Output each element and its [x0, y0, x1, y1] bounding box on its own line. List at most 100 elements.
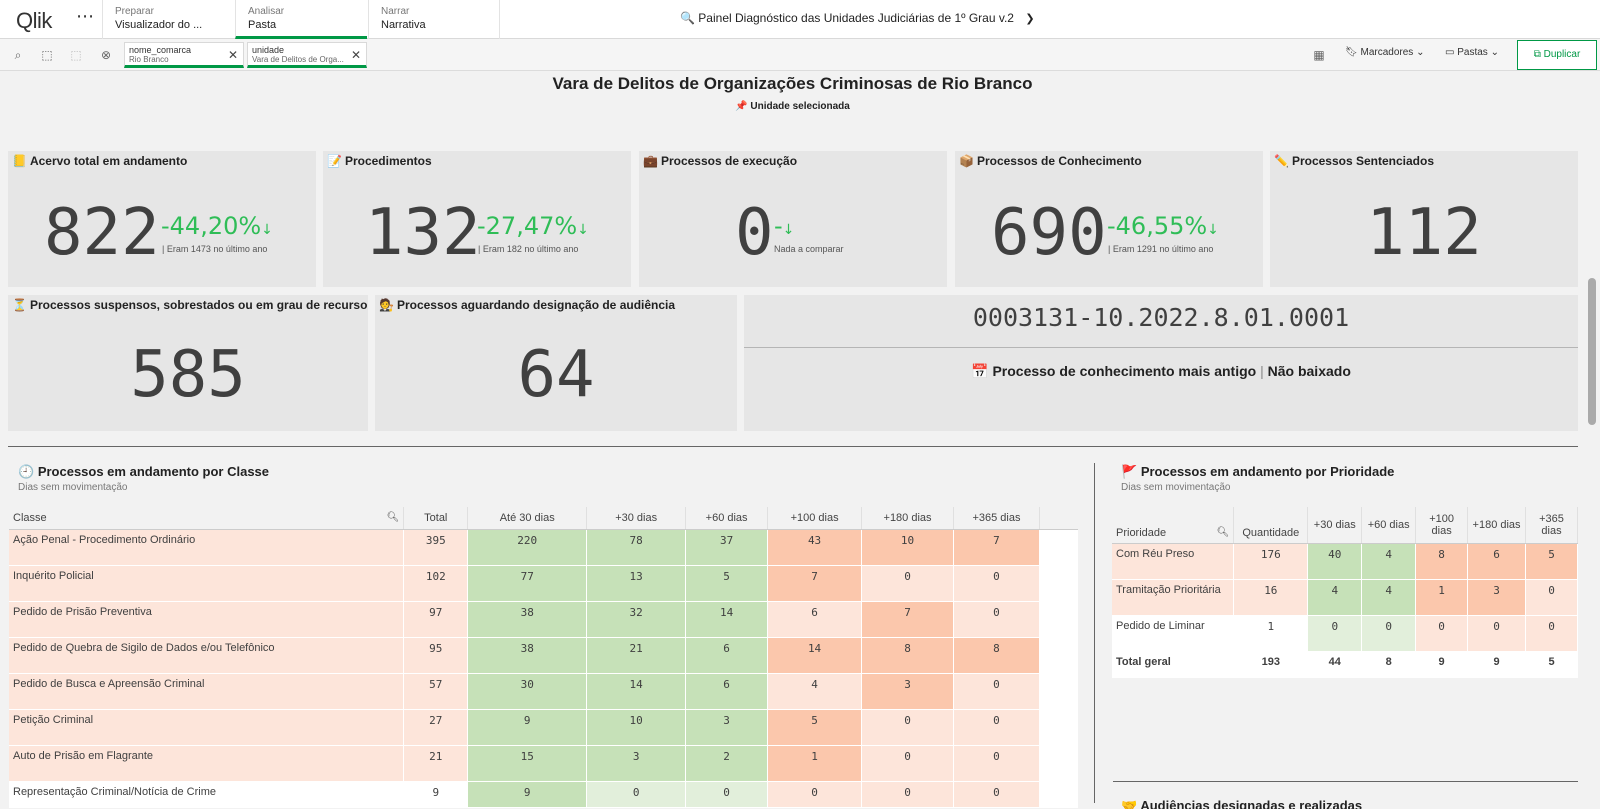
row-label: Tramitação Prioritária [1112, 579, 1235, 616]
oldest-process-card[interactable]: 0003131-10.2022.8.01.0001 📅 Processo de … [744, 295, 1578, 431]
row-label: Pedido de Busca e Apreensão Criminal [9, 673, 405, 710]
cell: 102 [403, 565, 469, 602]
tab-narrar[interactable]: Narrar Narrativa [368, 0, 500, 39]
kpi-acervo[interactable]: 📒 Acervo total em andamento 822 -44,20%↓ … [8, 151, 316, 287]
cell: 6 [767, 601, 863, 638]
kpi-delta: -27,47%↓ [477, 213, 589, 243]
column-header-prioridade[interactable]: Prioridade 🔍︎ [1112, 507, 1235, 544]
search-icon[interactable]: 🔍︎ [387, 512, 400, 523]
table-row[interactable]: Pedido de Prisão Preventiva 97 38 32 14 … [9, 601, 1079, 638]
kpi-sentenciados[interactable]: ✏️ Processos Sentenciados 112 [1270, 151, 1578, 287]
kpi-delta: -44,20%↓ [161, 213, 273, 243]
column-header-30[interactable]: +30 dias [586, 507, 687, 530]
column-header-ate30[interactable]: Até 30 dias [467, 507, 588, 530]
kpi-conhecimento[interactable]: 📦 Processos de Conhecimento 690 -46,55%↓ … [955, 151, 1263, 287]
kpi-procedimentos[interactable]: 📝 Procedimentos 132 -27,47%↓ | Eram 182 n… [323, 151, 631, 287]
kpi-title: Acervo total em andamento [29, 154, 188, 168]
table-row[interactable]: Pedido de Liminar 1 0 0 0 0 0 [1112, 615, 1578, 652]
cell-spacer [1039, 673, 1079, 710]
sheets-button[interactable]: ▭ Pastas ⌄ [1445, 47, 1499, 58]
kpi-compare: | Eram 1473 no último ano [162, 244, 268, 254]
cell: 13 [586, 565, 687, 602]
more-menu-icon[interactable]: ⋯ [76, 6, 95, 27]
cell: 95 [403, 637, 469, 674]
duplicate-button[interactable]: ⧉ Duplicar [1517, 40, 1597, 70]
pencil-icon: ✏️ [1274, 154, 1289, 168]
step-back-icon[interactable]: ⬚ [68, 47, 84, 63]
table-row[interactable]: Pedido de Quebra de Sigilo de Dados e/ou… [9, 637, 1079, 674]
cell: 38 [467, 637, 588, 674]
cell: 4 [1361, 579, 1417, 616]
kpi-execucao[interactable]: 💼 Processos de execução 0 -↓ Nada a compa… [639, 151, 947, 287]
column-header-180[interactable]: +180 dias [1467, 507, 1526, 544]
kpi-value: 0 [735, 196, 774, 270]
column-header-180[interactable]: +180 dias [861, 507, 954, 530]
oldest-process-label-row: 📅 Processo de conhecimento mais antigo |… [744, 363, 1578, 380]
search-icon: 🔍 [680, 11, 695, 25]
kpi-delta: -↓ [774, 213, 794, 243]
arrow-down-icon: ↓ [577, 222, 589, 238]
kpi-title: Processos suspensos, sobrestados ou em g… [29, 298, 368, 312]
column-header-60[interactable]: +60 dias [1361, 507, 1417, 544]
bookmarks-button[interactable]: 🔖︎ Marcadores ⌄ [1345, 47, 1424, 58]
table-row[interactable]: Inquérito Policial 102 77 13 5 7 0 0 [9, 565, 1079, 602]
bookmarks-label: Marcadores [1360, 47, 1414, 58]
cell: 21 [586, 637, 687, 674]
table-row[interactable]: Pedido de Busca e Apreensão Criminal 57 … [9, 673, 1079, 710]
briefcase-icon: 💼 [643, 154, 658, 168]
close-icon[interactable]: ✕ [228, 48, 238, 62]
cell: 5 [1525, 543, 1578, 580]
column-header-365[interactable]: +365 dias [1525, 507, 1578, 544]
table-row[interactable]: Representação Criminal/Notícia de Crime … [9, 781, 1079, 808]
table-row[interactable]: Com Réu Preso 176 40 4 8 6 5 [1112, 543, 1578, 580]
table-row[interactable]: Petição Criminal 27 9 10 3 5 0 0 [9, 709, 1079, 746]
column-header-quantidade[interactable]: Quantidade [1233, 507, 1309, 544]
column-header-classe[interactable]: Classe 🔍︎ [9, 507, 405, 530]
flag-icon: 🚩 [1121, 464, 1138, 479]
oldest-process-number: 0003131-10.2022.8.01.0001 [972, 303, 1350, 332]
selections-tool-icon[interactable]: ⬚ [39, 47, 55, 63]
kpi-title-row: 📒 Acervo total em andamento [12, 154, 187, 168]
cell: 0 [953, 745, 1040, 782]
cell: 30 [467, 673, 588, 710]
selection-chip-unidade[interactable]: unidade Vara de Delitos de Orga... ✕ [247, 42, 367, 68]
divider [8, 446, 1578, 447]
column-header-total[interactable]: Total [403, 507, 469, 530]
column-header-100[interactable]: +100 dias [1415, 507, 1469, 544]
cell: 0 [953, 601, 1040, 638]
column-header-100[interactable]: +100 dias [767, 507, 863, 530]
grid-view-icon[interactable]: ▦ [1311, 47, 1327, 63]
kpi-audiencia[interactable]: 🧑‍⚖️ Processos aguardando designação de a… [375, 295, 737, 431]
scrollbar-thumb[interactable] [1588, 278, 1596, 425]
cell: 3 [586, 745, 687, 782]
cell: 8 [953, 637, 1040, 674]
unit-title: Vara de Delitos de Organizações Criminos… [552, 74, 1033, 93]
sheets-label: Pastas [1457, 47, 1488, 58]
table-row[interactable]: Tramitação Prioritária 16 4 4 1 3 0 [1112, 579, 1578, 616]
tab-preparar[interactable]: Preparar Visualizador do ... [102, 0, 234, 39]
selection-chip-comarca[interactable]: nome_comarca Rio Branco ✕ [124, 42, 244, 68]
app-title-dropdown[interactable]: 🔍 Painel Diagnóstico das Unidades Judici… [680, 11, 1035, 25]
table-row[interactable]: Ação Penal - Procedimento Ordinário 395 … [9, 529, 1079, 566]
smart-search-icon[interactable]: ⌕ [10, 47, 26, 63]
qlik-logo[interactable]: Qlik [16, 8, 52, 34]
prioridade-title: Processos em andamento por Prioridade [1140, 464, 1395, 479]
cell: 15 [467, 745, 588, 782]
cell: 21 [403, 745, 469, 782]
total-label: Total geral [1112, 650, 1235, 678]
total-cell: 193 [1233, 650, 1309, 678]
cell: 38 [467, 601, 588, 638]
close-icon[interactable]: ✕ [351, 48, 361, 62]
column-header-60[interactable]: +60 dias [685, 507, 769, 530]
kpi-value: 690 [991, 196, 1107, 270]
column-header-365[interactable]: +365 dias [953, 507, 1040, 530]
clear-selections-icon[interactable]: ⊗ [98, 47, 114, 63]
chip-field: nome_comarca [129, 45, 192, 55]
kpi-suspensos[interactable]: ⏳ Processos suspensos, sobrestados ou em … [8, 295, 368, 431]
column-header-30[interactable]: +30 dias [1307, 507, 1363, 544]
search-icon[interactable]: 🔍︎ [1217, 527, 1230, 538]
table-row[interactable]: Auto de Prisão em Flagrante 21 15 3 2 1 … [9, 745, 1079, 782]
cell: 0 [1307, 615, 1363, 652]
tab-analisar[interactable]: Analisar Pasta [235, 0, 367, 39]
cell: 6 [685, 637, 769, 674]
